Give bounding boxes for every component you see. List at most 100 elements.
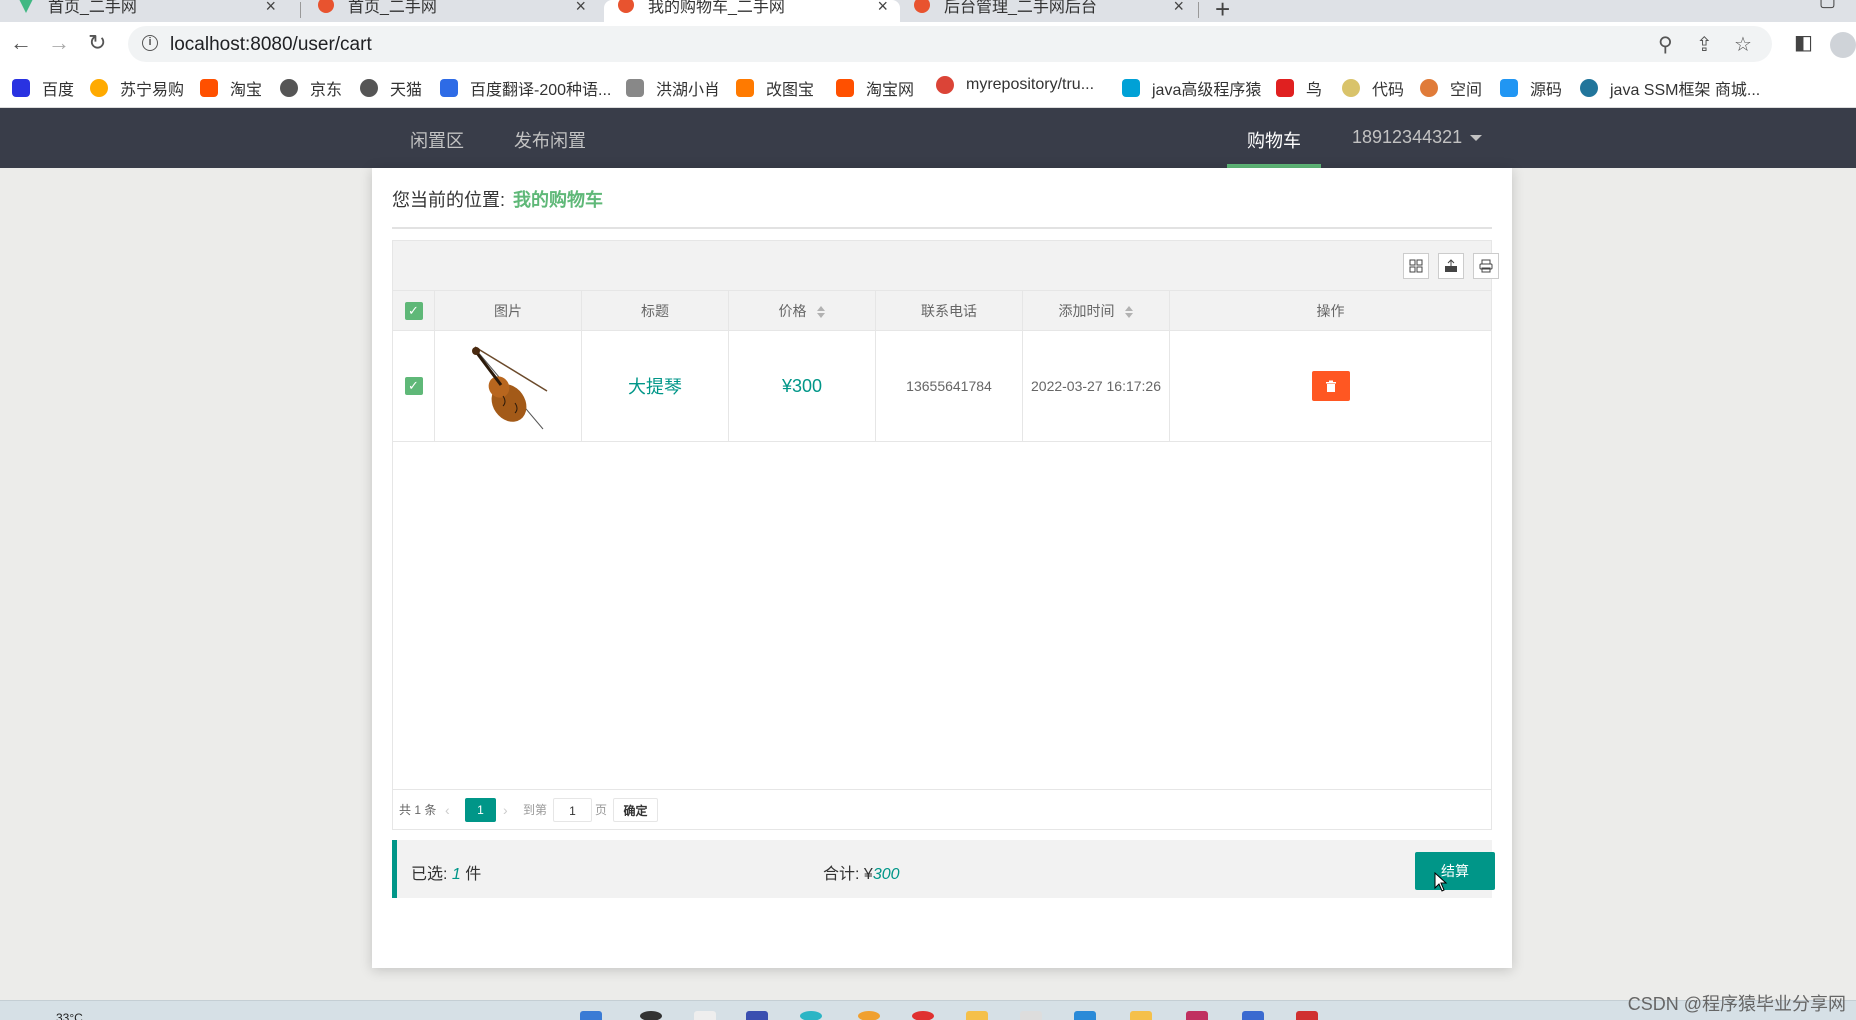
site-info-icon[interactable]: i [142,35,158,51]
bookmark-item[interactable]: 代码 [1342,76,1404,100]
breadcrumb: 您当前的位置: 我的购物车 [392,186,603,212]
bookmark-item[interactable]: 源码 [1500,76,1562,100]
bookmark-item[interactable]: 洪湖小肖 [626,76,720,100]
bookmark-item[interactable]: 百度 [12,76,74,100]
app-icon[interactable] [1242,1011,1264,1020]
header-added[interactable]: 添加时间 [1023,291,1170,331]
bookmark-label: 空间 [1450,82,1483,99]
bookmark-item[interactable]: java SSM框架 商城... [1580,76,1760,100]
bookmark-star-icon[interactable]: ☆ [1734,32,1752,57]
bookmark-item[interactable]: 淘宝网 [836,76,914,100]
browser-tab[interactable]: 首页_二手网 × [318,0,598,22]
table-row: ✓ 大提琴 ¥300 13655641784 2022-03-27 16:17:… [393,331,1491,442]
address-bar[interactable]: i localhost:8080/user/cart ⚲ ⇪ ☆ [128,26,1772,62]
item-image-cell [435,331,582,441]
checkout-button[interactable]: 结算 [1415,852,1495,890]
tab-title: 首页_二手网 [348,0,437,16]
windows-start-icon[interactable] [580,1011,602,1020]
app-icon[interactable] [1020,1011,1042,1020]
back-icon[interactable]: ← [10,30,32,56]
bookmark-item[interactable]: 空间 [1420,76,1482,100]
tab-divider [1198,2,1199,18]
prev-page-icon[interactable]: ‹ [445,798,450,822]
row-select-cell: ✓ [393,331,435,441]
app-icon[interactable] [858,1011,880,1020]
zoom-icon[interactable]: ⚲ [1658,32,1673,57]
sidepanel-icon[interactable]: ◧ [1794,30,1813,55]
pager-confirm-button[interactable]: 确定 [613,798,658,822]
sort-icon[interactable] [1124,306,1134,319]
bookmark-label: java高级程序猿 [1152,82,1262,99]
header-added-label: 添加时间 [1058,303,1115,319]
nav-idle-zone[interactable]: 闲置区 [410,127,464,153]
bookmark-item[interactable]: 改图宝 [736,76,814,100]
nav-cart[interactable]: 购物车 [1247,127,1301,153]
breadcrumb-location: 我的购物车 [513,190,604,210]
header-price[interactable]: 价格 [729,291,876,331]
export-icon[interactable] [1438,253,1464,279]
app-icon[interactable] [694,1011,716,1020]
bookmark-label: 淘宝网 [866,82,915,99]
header-price-label: 价格 [778,303,807,319]
app-icon[interactable] [1074,1011,1096,1020]
watermark: CSDN @程序猿毕业分享网 [1627,994,1846,1014]
item-title-link[interactable]: 大提琴 [628,373,682,399]
bookmark-item[interactable]: 天猫 [360,76,422,100]
folder-icon[interactable] [966,1011,988,1020]
browser-tab[interactable]: 首页_二手网 × [18,0,288,22]
bookmark-item[interactable]: 鸟 [1276,76,1322,100]
item-phone: 13655641784 [906,378,992,394]
row-checkbox[interactable]: ✓ [404,377,423,395]
wordpress-icon [1580,79,1598,97]
pager-goto-suffix: 页 [595,803,608,817]
bookmark-item[interactable]: java高级程序猿 [1122,76,1261,100]
sort-icon[interactable] [816,306,826,319]
select-all-checkbox[interactable]: ✓ [404,302,423,320]
os-taskbar: 33°C [0,1000,1856,1020]
delete-button[interactable] [1311,371,1350,401]
print-icon[interactable] [1473,253,1499,279]
bookmark-item[interactable]: 苏宁易购 [90,76,184,100]
cart-summary: 已选: 1 件 合计: ¥300 结算 [392,840,1495,898]
app-icon[interactable] [1186,1011,1208,1020]
share-icon[interactable]: ⇪ [1696,32,1713,57]
total-amount: 合计: ¥300 [823,860,900,884]
bookmark-label: 百度 [42,82,75,99]
violin-image[interactable] [463,341,553,431]
reload-icon[interactable]: ↻ [88,30,106,56]
bookmark-label: 洪湖小肖 [656,82,721,99]
profile-icon[interactable] [1830,32,1856,58]
nav-publish[interactable]: 发布闲置 [514,127,586,153]
columns-icon[interactable] [1403,253,1429,279]
app-icon[interactable] [1130,1011,1152,1020]
pager-current[interactable]: 1 [465,798,496,822]
item-added-cell: 2022-03-27 16:17:26 [1023,331,1170,441]
pager-goto-input[interactable]: 1 [553,798,592,822]
app-icon[interactable] [1296,1011,1318,1020]
bookmark-label: 百度翻译-200种语... [470,82,612,99]
item-added-time: 2022-03-27 16:17:26 [1031,378,1161,394]
mouse-cursor-icon [1434,872,1448,892]
window-icon[interactable]: ▢ [1819,0,1836,11]
globe-icon [360,79,378,97]
close-icon[interactable]: × [1173,0,1184,17]
nav-user-menu[interactable]: 18912344321 [1352,127,1483,148]
bookmark-item[interactable]: myrepository/tru... [936,76,1094,94]
browser-tab-active[interactable]: 我的购物车_二手网 × [604,0,900,22]
close-icon[interactable]: × [877,0,888,17]
bookmark-label: 代码 [1372,82,1405,99]
bookmark-item[interactable]: 百度翻译-200种语... [440,76,611,100]
item-price: ¥300 [781,375,823,396]
forward-icon[interactable]: → [48,30,70,56]
bookmark-item[interactable]: 京东 [280,76,342,100]
browser-tab[interactable]: 后台管理_二手网后台 × [914,0,1196,22]
bookmark-item[interactable]: 淘宝 [200,76,262,100]
edge-icon[interactable] [800,1011,822,1020]
baidu-icon [12,79,30,97]
chrome-icon[interactable] [912,1011,934,1020]
search-icon[interactable] [640,1011,662,1020]
next-page-icon[interactable]: › [503,798,508,822]
app-icon[interactable] [746,1011,768,1020]
close-icon[interactable]: × [265,0,276,17]
close-icon[interactable]: × [575,0,586,17]
